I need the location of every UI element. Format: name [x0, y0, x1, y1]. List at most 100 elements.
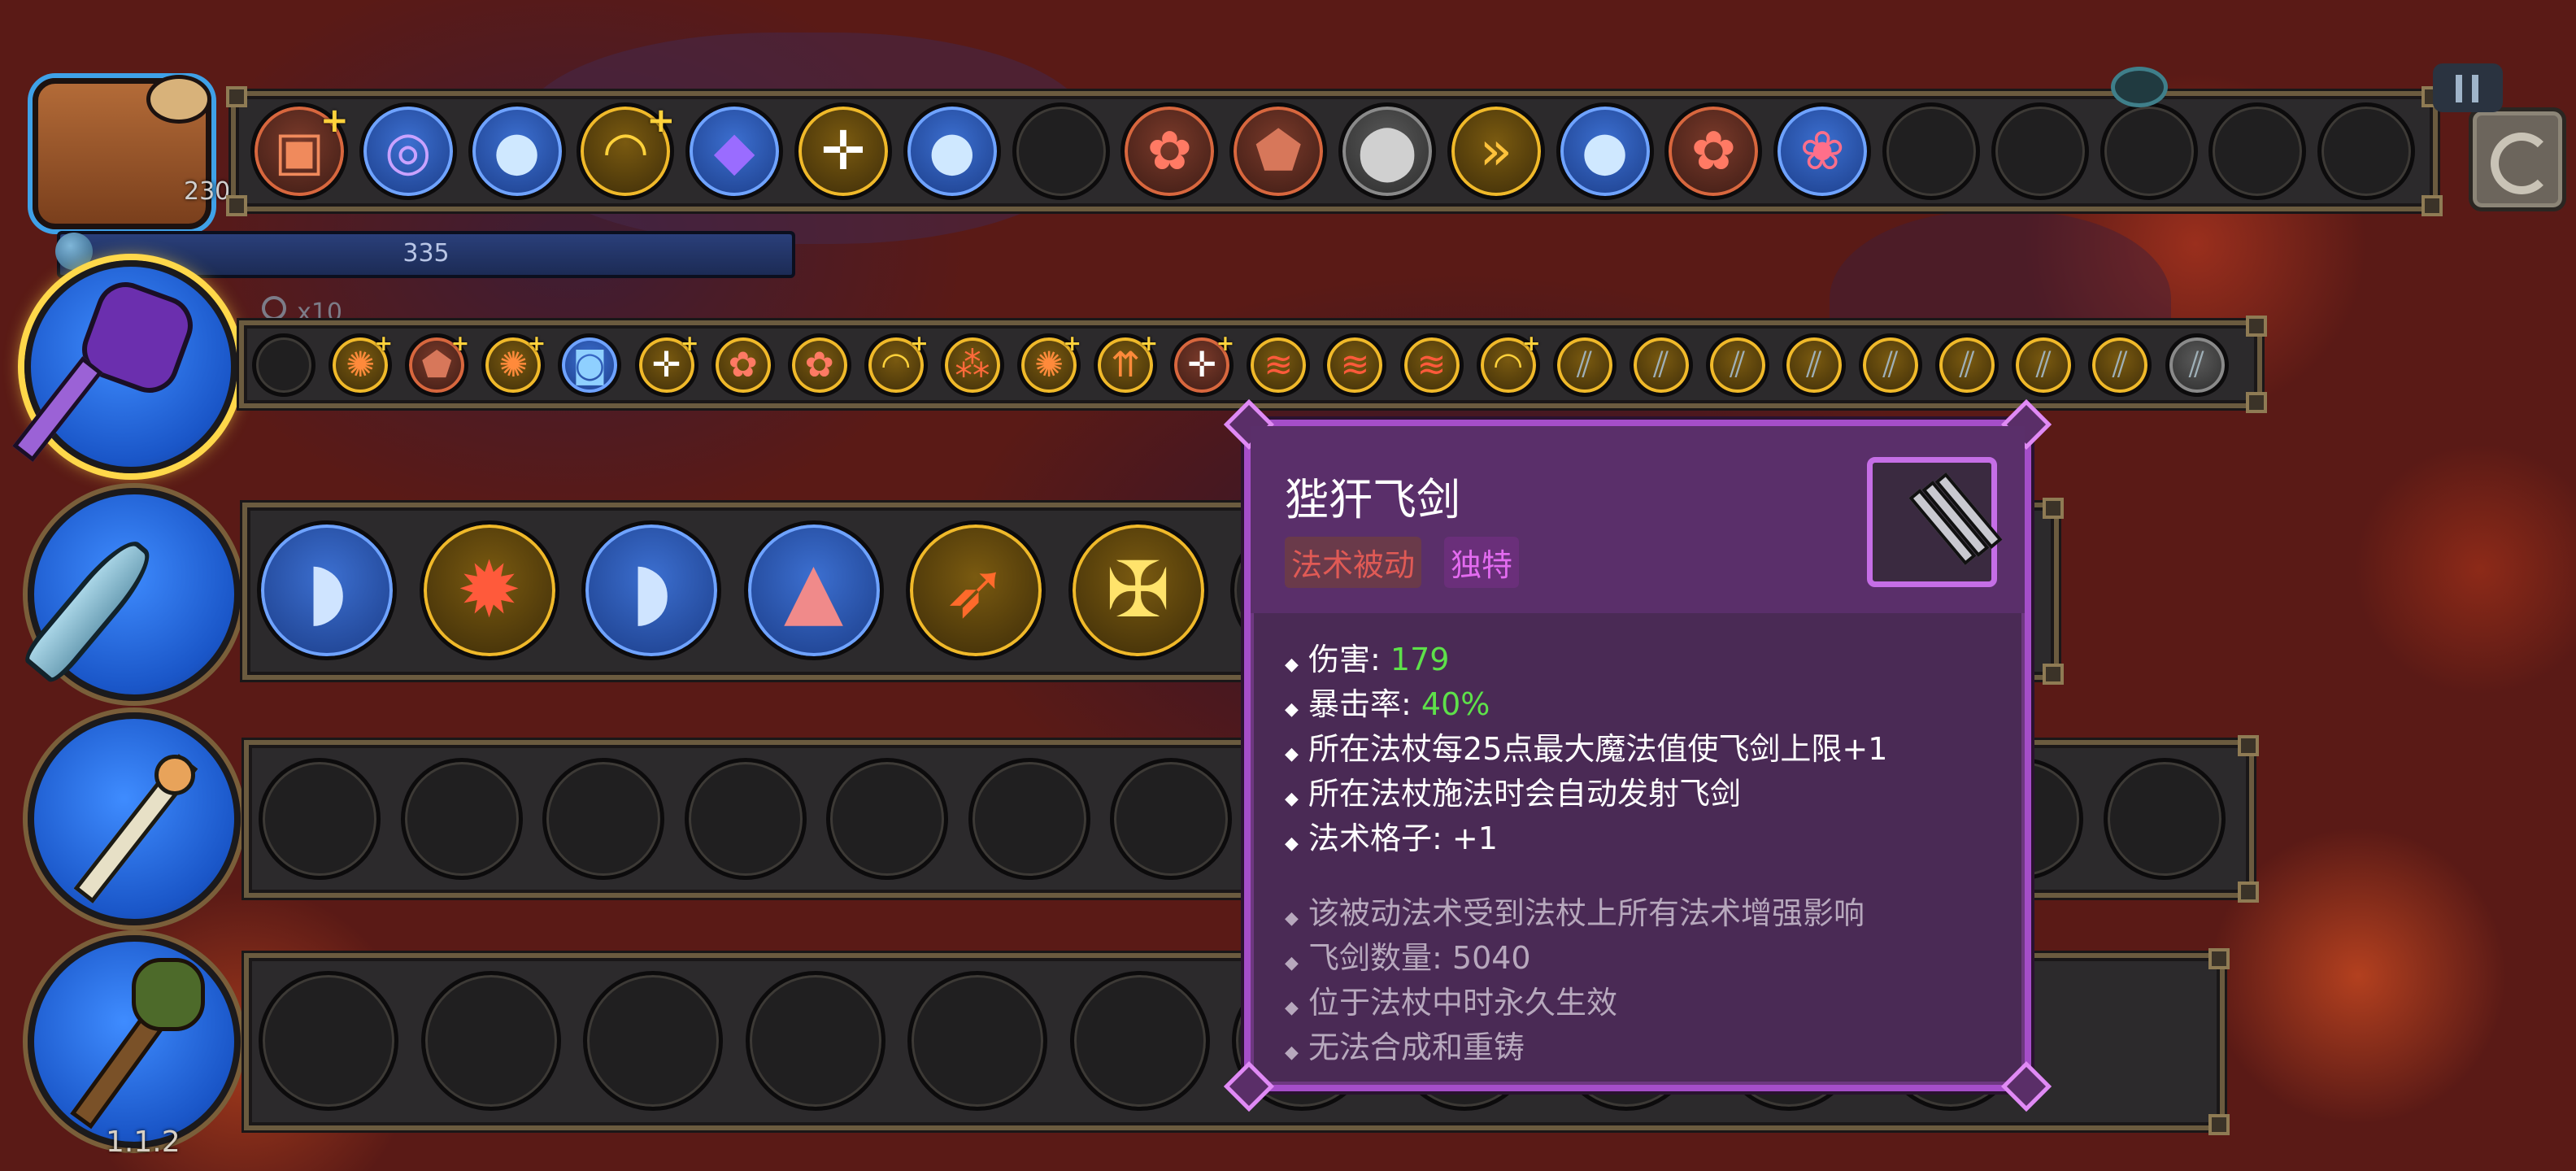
stat-value: 40%	[1421, 686, 1490, 722]
horn-spike-icon: ▲	[783, 545, 844, 635]
fire-flower-icon: ✿	[1147, 120, 1193, 182]
flying-swords-icon: ⫽	[1653, 344, 1669, 385]
empty-spell-slot[interactable]	[583, 971, 723, 1111]
spell-slot[interactable]: ✛	[794, 102, 892, 200]
inventory-bag-button[interactable]: 230	[24, 70, 230, 233]
fire-arrow-icon: ➶	[943, 545, 1008, 635]
spell-slot[interactable]: ●	[468, 102, 566, 200]
spell-slot[interactable]: ⫽	[2012, 333, 2076, 397]
empty-spell-slot[interactable]	[826, 758, 948, 880]
upgrade-plus-icon: +	[646, 100, 676, 140]
spell-slot[interactable]: ✺ +	[481, 331, 546, 397]
stat-row-damage: ◆ 伤害: 179	[1285, 642, 1450, 677]
wand-slot-2[interactable]	[19, 488, 241, 701]
stat-label: 所在法杖施法时会自动发射飞剑	[1308, 776, 1742, 812]
empty-spell-slot[interactable]	[259, 971, 398, 1111]
spell-slot[interactable]: ✿	[787, 333, 851, 397]
tooltip-notes: ◆ 该被动法术受到法杖上所有法术增强影响 ◆ 飞剑数量: 5040 ◆ 位于法杖…	[1285, 888, 1865, 1067]
spell-slot[interactable]: ≋	[1399, 333, 1464, 397]
empty-spell-slot[interactable]	[1991, 102, 2089, 200]
empty-spell-slot[interactable]	[542, 758, 664, 880]
empty-spell-slot[interactable]	[1882, 102, 1980, 200]
spell-slot[interactable]: ◗	[257, 520, 397, 660]
spell-slot[interactable]: ⬟ +	[405, 331, 469, 397]
spell-slot[interactable]: ✺ +	[329, 331, 394, 397]
spell-slot[interactable]: ◗	[581, 520, 721, 660]
empty-spell-slot[interactable]	[968, 758, 1090, 880]
water-wave-icon: ◗	[630, 545, 672, 635]
spell-slot[interactable]: ❀	[1773, 102, 1872, 200]
empty-spell-slot[interactable]	[259, 758, 381, 880]
speed-chevrons-icon: »	[1479, 120, 1512, 182]
spell-slot[interactable]: ●	[1556, 102, 1654, 200]
spell-slot[interactable]: ✛ +	[1170, 331, 1234, 397]
spell-slot[interactable]: ≋	[1247, 333, 1311, 397]
bag-count: 230	[184, 177, 231, 206]
spell-slot[interactable]: ⫽	[2165, 333, 2229, 397]
spell-slot[interactable]: ⫽	[1935, 333, 1999, 397]
empty-spell-slot[interactable]	[2103, 758, 2226, 880]
spell-slot[interactable]: ●	[903, 102, 1001, 200]
tooltip-spell-icon-frame	[1867, 457, 2003, 587]
ice-blade-icon	[19, 530, 162, 688]
empty-spell-slot[interactable]	[2208, 102, 2307, 200]
note-row: ◆ 飞剑数量: 5040	[1285, 940, 1531, 976]
spell-slot[interactable]: ✺ +	[1017, 331, 1081, 397]
empty-spell-slot[interactable]	[745, 971, 886, 1111]
spell-slot[interactable]: ⫽	[1629, 333, 1693, 397]
flying-swords-icon: ⫽	[2035, 344, 2052, 385]
spell-slot[interactable]: ✛ +	[634, 331, 699, 397]
spell-slot[interactable]: ◠ +	[864, 331, 929, 397]
empty-spell-slot[interactable]	[420, 971, 561, 1111]
spell-slot[interactable]: ⇈ +	[1094, 331, 1158, 397]
spell-slot[interactable]: ◙	[558, 333, 622, 397]
fire-flower-icon: ✿	[728, 344, 758, 385]
spell-slot[interactable]: ◆	[685, 102, 784, 200]
empty-spell-slot[interactable]	[2317, 102, 2416, 200]
spell-slot[interactable]: ✿	[711, 333, 775, 397]
empty-spell-slot[interactable]	[400, 758, 523, 880]
spell-slot[interactable]: ⁂	[940, 333, 1004, 397]
spell-slot[interactable]: ▣ +	[250, 100, 349, 200]
water-wave-icon: ◗	[306, 545, 348, 635]
spell-slot[interactable]: ⫽	[1552, 333, 1617, 397]
flying-swords-icon: ⫽	[1730, 344, 1746, 385]
spell-slot[interactable]: ⫽	[1859, 333, 1923, 397]
spell-slot[interactable]: ◠ +	[1476, 331, 1541, 397]
eye-icon[interactable]	[2111, 67, 2168, 107]
refresh-button[interactable]	[2469, 107, 2566, 211]
empty-spell-slot[interactable]	[1069, 971, 1210, 1111]
spell-slot[interactable]: ⬟	[1229, 102, 1328, 200]
pause-button[interactable]	[2433, 63, 2503, 112]
wand-1-spell-bar: ✺ + ⬟ + ✺ + ◙ ✛ + ✿ ✿ ◠ + ⁂ ✺ + ⇈ + ✛ + ≋ ≋ ≋ ◠ + ⫽ ⫽ ⫽ ⫽ ⫽ ⫽ ⫽ ⫽ ⫽	[239, 316, 2267, 413]
wand-slot-3[interactable]	[28, 712, 241, 925]
spell-slot[interactable]: ➶	[906, 520, 1046, 660]
empty-spell-slot[interactable]	[1012, 102, 1110, 200]
spell-slot[interactable]: ▲	[743, 520, 884, 660]
empty-spell-slot[interactable]	[907, 971, 1047, 1111]
empty-spell-slot[interactable]	[684, 758, 807, 880]
spell-slot[interactable]: ≋	[1323, 333, 1387, 397]
upgrade-plus-icon: +	[374, 331, 394, 356]
flying-swords-icon: ⫽	[2188, 344, 2205, 385]
note-text: 飞剑数量: 5040	[1308, 940, 1531, 976]
spell-slot[interactable]: ◠ +	[577, 100, 676, 200]
spell-slot[interactable]: ⬤	[1338, 102, 1436, 200]
empty-spell-slot[interactable]	[2100, 102, 2198, 200]
spell-slot[interactable]: »	[1447, 102, 1545, 200]
spell-slot[interactable]: ✿	[1120, 102, 1219, 200]
spell-slot[interactable]: ◎	[359, 102, 457, 200]
empty-spell-slot[interactable]	[1110, 758, 1232, 880]
spell-slot[interactable]: ✹	[419, 520, 559, 660]
spell-slot[interactable]: ✿	[1664, 102, 1763, 200]
spell-slot[interactable]: ⫽	[1782, 333, 1846, 397]
triple-split-icon: ⁂	[955, 344, 990, 385]
stat-row-slots: ◆ 法术格子: +1	[1285, 821, 1498, 856]
spell-slot[interactable]: ⫽	[1705, 333, 1769, 397]
empty-spell-slot[interactable]	[252, 333, 315, 397]
flying-swords-icon: ⫽	[2112, 344, 2128, 385]
wand-slot-1[interactable]	[12, 260, 237, 473]
wand-slot-4[interactable]	[28, 935, 241, 1148]
spell-slot[interactable]: ✠	[1068, 520, 1208, 660]
spell-slot[interactable]: ⫽	[2088, 333, 2152, 397]
